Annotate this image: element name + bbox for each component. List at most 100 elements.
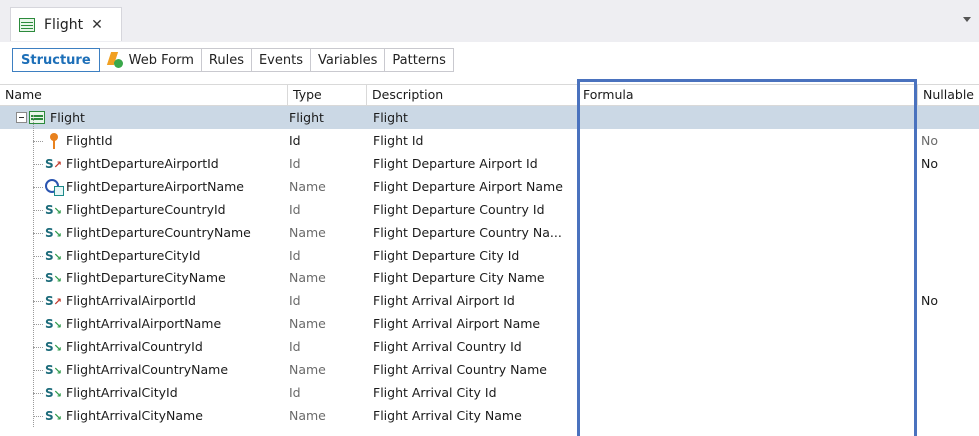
row-description: Flight Arrival City Id — [373, 384, 497, 400]
column-header-formula[interactable]: Formula — [578, 85, 918, 106]
row-name: FlightDepartureAirportName — [66, 178, 244, 194]
tree-connector — [33, 141, 43, 142]
row-nullable — [921, 358, 979, 381]
row-description: Flight Departure Country Na... — [373, 224, 562, 240]
row-type: Name — [289, 362, 326, 377]
table-row[interactable]: S↘ FlightDepartureCountryId Id Flight Depar… — [0, 198, 979, 221]
row-description: Flight Id — [373, 133, 424, 148]
table-row-root[interactable]: Flight Flight Flight — [0, 106, 979, 129]
table-row[interactable]: S↘ FlightArrivalAirportName Name Flight Arr… — [0, 312, 979, 335]
column-header-description[interactable]: Description — [367, 85, 578, 106]
row-nullable — [921, 335, 979, 358]
row-name: FlightDepartureAirportId — [66, 155, 219, 171]
column-header-type[interactable]: Type — [288, 85, 367, 106]
table-row[interactable]: FlightId Id Flight Id No — [0, 129, 979, 152]
subtype-icon: S↘ — [45, 202, 63, 217]
structure-grid: Name Type Description Formula Nullable F… — [0, 84, 979, 436]
row-description: Flight — [373, 110, 408, 125]
document-tab-strip: Flight ✕ — [0, 0, 979, 42]
row-description: Flight Departure Country Id — [373, 201, 545, 217]
subtype-icon: S↘ — [45, 317, 63, 332]
subtype-key-icon: S↗ — [45, 156, 63, 171]
tree-connector — [33, 186, 43, 188]
table-row[interactable]: S↗ FlightArrivalAirportId Id Flight Arrival… — [0, 289, 979, 312]
row-nullable: No — [921, 155, 938, 171]
subtype-icon: S↘ — [45, 248, 63, 263]
row-nullable — [921, 266, 979, 289]
close-icon[interactable]: ✕ — [91, 17, 103, 33]
tab-patterns[interactable]: Patterns — [385, 49, 453, 71]
row-type: Id — [289, 155, 301, 171]
table-row[interactable]: S↘ FlightArrivalCityId Id Flight Arrival Ci… — [0, 381, 979, 404]
subtype-icon: S↘ — [45, 385, 63, 400]
table-row[interactable]: S↘ FlightDepartureCityId Id Flight Departur… — [0, 244, 979, 267]
tree-connector — [33, 324, 43, 326]
row-name: FlightDepartureCityId — [66, 247, 201, 263]
table-row[interactable]: S↘ FlightArrivalCountryName Name Flight Arr… — [0, 358, 979, 381]
column-header-name[interactable]: Name — [0, 85, 288, 106]
row-type: Name — [289, 407, 326, 423]
row-name: FlightArrivalCountryId — [66, 339, 203, 355]
row-type: Name — [289, 178, 326, 194]
collapse-icon[interactable] — [16, 112, 27, 123]
tree-connector — [33, 209, 43, 211]
row-name: FlightArrivalCountryName — [66, 362, 229, 377]
lookup-icon — [45, 178, 64, 196]
column-header-nullable[interactable]: Nullable — [918, 85, 979, 106]
tree-connector — [33, 392, 43, 394]
row-type: Id — [289, 133, 301, 148]
grid-header: Name Type Description Formula Nullable — [0, 84, 979, 106]
subtype-icon: S↘ — [45, 363, 63, 377]
tab-web-form[interactable]: Web Form — [100, 49, 202, 71]
row-name: FlightArrivalAirportId — [66, 293, 196, 309]
tab-structure[interactable]: Structure — [12, 48, 100, 72]
row-name: FlightArrivalCityId — [66, 384, 178, 400]
row-description: Flight Arrival City Name — [373, 407, 522, 423]
tab-flight[interactable]: Flight ✕ — [10, 7, 122, 41]
row-nullable — [921, 312, 979, 335]
table-row[interactable]: FlightDepartureAirportName Name Flight Dep… — [0, 175, 979, 198]
object-toolbar: Structure Web Form Rules Events Variable… — [0, 42, 979, 84]
row-name: FlightDepartureCityName — [66, 270, 226, 286]
table-row[interactable]: S↘ FlightDepartureCountryName Name Flight D… — [0, 221, 979, 244]
row-name: FlightDepartureCountryId — [66, 201, 226, 217]
row-type: Id — [289, 384, 301, 400]
row-name: FlightId — [66, 133, 113, 148]
tab-list-dropdown-icon[interactable] — [963, 17, 971, 22]
tab-rules[interactable]: Rules — [202, 49, 252, 71]
row-nullable — [921, 244, 979, 267]
tab-web-form-label: Web Form — [128, 52, 194, 68]
row-type: Id — [289, 201, 301, 217]
tree-connector — [33, 370, 43, 371]
tree-connector — [33, 347, 43, 349]
web-form-icon — [107, 52, 123, 68]
table-row[interactable]: S↘ FlightDepartureCityName Name Flight Depa… — [0, 266, 979, 289]
row-description: Flight Arrival Airport Name — [373, 316, 541, 332]
table-row[interactable]: S↘ FlightArrivalCityName Name Flight Arriva… — [0, 404, 979, 427]
tree-connector — [33, 301, 43, 303]
tab-variables[interactable]: Variables — [311, 49, 386, 71]
row-type: Id — [289, 293, 301, 309]
row-type: Name — [289, 224, 326, 240]
row-name: FlightDepartureCountryName — [66, 224, 251, 240]
table-row[interactable]: S↘ FlightArrivalCountryId Id Flight Arrival… — [0, 335, 979, 358]
table-row[interactable]: S↗ FlightDepartureAirportId Id Flight Depar… — [0, 152, 979, 175]
tree-connector — [33, 255, 43, 257]
row-description: Flight Departure City Id — [373, 247, 520, 263]
row-type: Name — [289, 316, 326, 332]
row-description: Flight Arrival Airport Id — [373, 293, 515, 309]
subtype-icon: S↘ — [45, 340, 63, 355]
row-description: Flight Departure City Name — [373, 270, 545, 286]
row-nullable: No — [921, 293, 938, 309]
key-icon — [45, 133, 63, 149]
tree-connector — [33, 232, 43, 234]
row-nullable — [921, 198, 979, 221]
subtype-key-icon: S↗ — [45, 294, 63, 309]
tree-guide-line — [33, 115, 34, 427]
row-name: FlightArrivalCityName — [66, 407, 203, 423]
part-tabs: Structure Web Form Rules Events Variable… — [12, 48, 454, 72]
tab-events[interactable]: Events — [252, 49, 311, 71]
tree-connector — [33, 415, 43, 417]
row-nullable: No — [921, 133, 938, 148]
row-description: Flight Departure Airport Name — [373, 178, 563, 194]
